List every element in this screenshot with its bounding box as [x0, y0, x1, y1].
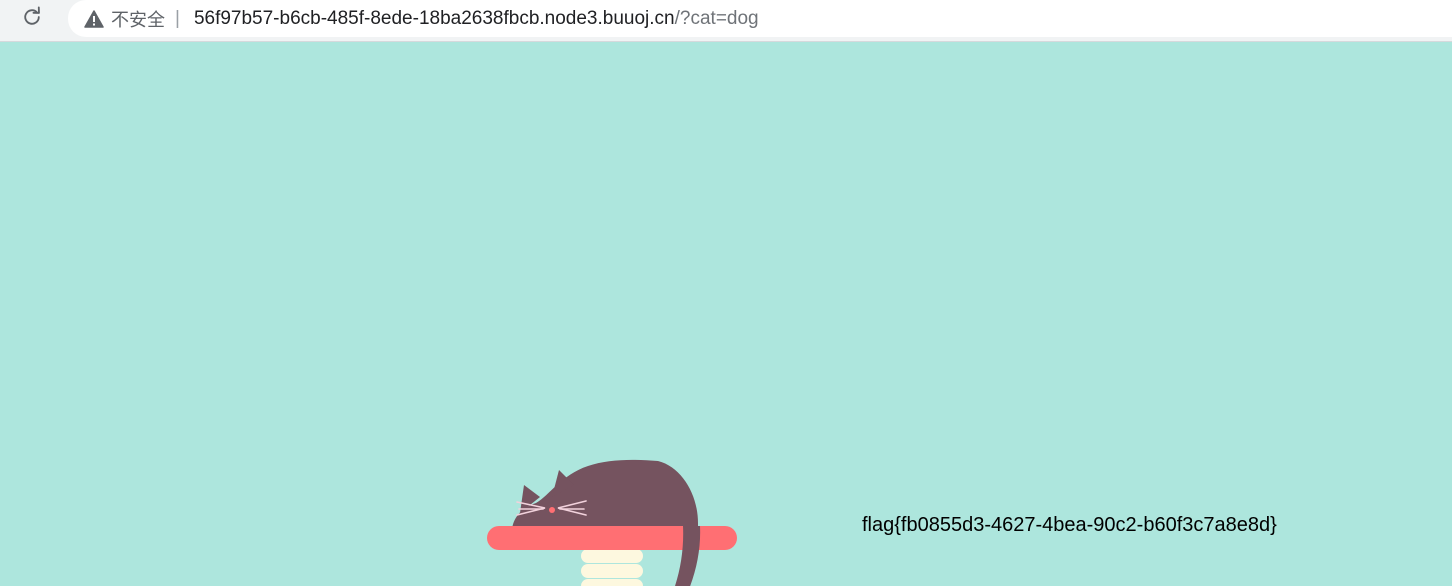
reload-button[interactable] [16, 5, 48, 33]
browser-toolbar: 不安全 | 56f97b57-b6cb-485f-8ede-18ba2638fb… [0, 0, 1452, 42]
sleeping-cat [511, 459, 698, 537]
flag-text: flag{fb0855d3-4627-4bea-90c2-b60f3c7a8e8… [862, 514, 1277, 536]
cat-illustration [486, 457, 738, 586]
url-text[interactable]: 56f97b57-b6cb-485f-8ede-18ba2638fbcb.nod… [194, 8, 759, 30]
page-content: flag{fb0855d3-4627-4bea-90c2-b60f3c7a8e8… [0, 43, 1452, 586]
warning-icon[interactable] [84, 9, 104, 29]
address-bar[interactable]: 不安全 | 56f97b57-b6cb-485f-8ede-18ba2638fb… [68, 0, 1452, 37]
url-host: 56f97b57-b6cb-485f-8ede-18ba2638fbcb.nod… [193, 7, 675, 29]
cat-nose [549, 507, 555, 513]
scratching-post [581, 549, 643, 586]
url-path: /?cat=dog [674, 7, 759, 29]
reload-icon [21, 6, 43, 33]
security-status-label[interactable]: 不安全 [111, 6, 165, 32]
address-separator: | [175, 7, 180, 29]
